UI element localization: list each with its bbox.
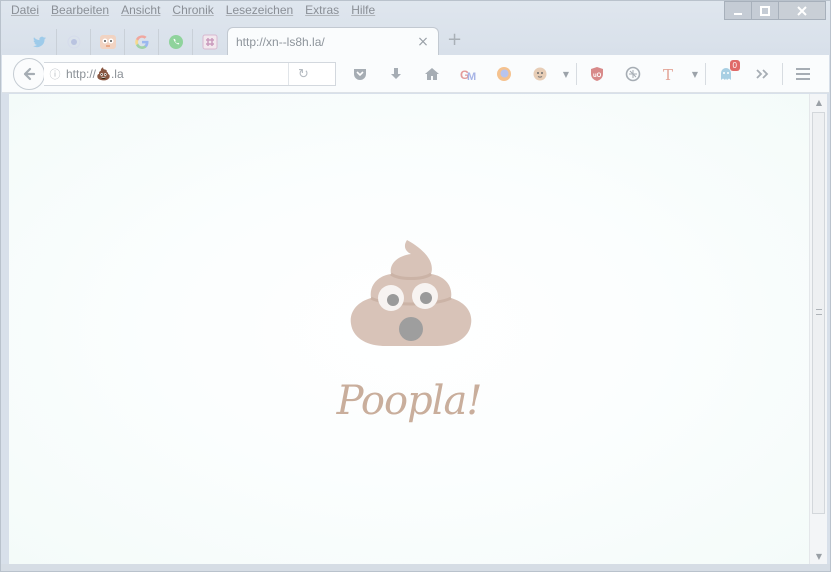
firefox-sync-button[interactable] [486, 61, 522, 87]
minimize-icon [734, 12, 742, 15]
chevron-down-icon: ▼ [562, 69, 570, 79]
maximize-button[interactable] [751, 1, 779, 20]
ublock-shield-icon: uO [591, 67, 603, 81]
window-bottom-border [1, 564, 830, 571]
duckduckgo-icon [99, 35, 116, 49]
pinned-tab-duckduckgo[interactable] [91, 29, 125, 55]
url-input[interactable] [66, 64, 288, 84]
pile-of-poo-icon [350, 240, 472, 346]
new-tab-button[interactable]: + [447, 31, 462, 49]
pinned-tab-google[interactable] [125, 29, 159, 55]
tab-title: http://xn--ls8h.la/ [236, 34, 325, 49]
text-button[interactable]: T [651, 61, 687, 87]
back-arrow-icon [23, 67, 36, 81]
scrollbar-thumb[interactable] [812, 112, 825, 514]
close-window-button[interactable] [778, 1, 826, 20]
pocket-icon [354, 69, 366, 80]
menu-tools[interactable]: Extras [299, 3, 345, 21]
overflow-button[interactable] [744, 61, 780, 87]
double-chevron-right-icon [756, 69, 769, 79]
tab-close-icon[interactable]: × [414, 34, 432, 50]
menu-button[interactable] [785, 61, 821, 87]
tab-active[interactable]: http://xn--ls8h.la/ × [227, 27, 439, 55]
svg-text:uO: uO [593, 73, 602, 79]
slack-icon [202, 34, 218, 50]
scroll-grip [816, 309, 822, 315]
toolbar-buttons: GM ▼ uO T ▼ 0 [342, 55, 821, 93]
reload-icon[interactable]: ↻ [288, 63, 318, 85]
download-icon [391, 68, 401, 79]
dropdown-chevron-1[interactable]: ▼ [558, 61, 574, 87]
home-icon [425, 68, 439, 80]
browser-window: Datei Bearbeiten Ansicht Chronik Lesezei… [0, 0, 831, 572]
cookie-button[interactable] [615, 61, 651, 87]
page-content: Poopla! [9, 94, 809, 564]
maximize-icon [760, 5, 770, 16]
scroll-down-arrow-icon[interactable]: ▼ [810, 548, 828, 564]
chevron-down-icon: ▼ [691, 69, 699, 79]
extension-monkey-button[interactable] [522, 61, 558, 87]
hamburger-menu-icon [796, 68, 810, 80]
address-bar[interactable]: ⓘ ↻ [44, 62, 336, 86]
ublock-button[interactable]: uO [579, 61, 615, 87]
pinned-tab-twitter[interactable] [23, 29, 57, 55]
vertical-scrollbar[interactable]: ▲ ▼ [809, 94, 827, 564]
text-t-icon: T [663, 66, 673, 82]
navigation-toolbar: ⓘ ↻ GM ▼ uO [2, 55, 829, 93]
menu-edit[interactable]: Bearbeiten [45, 3, 115, 21]
firefox-icon [497, 67, 511, 81]
toolbar-separator [782, 63, 783, 85]
scroll-up-arrow-icon[interactable]: ▲ [810, 94, 828, 110]
menu-file[interactable]: Datei [5, 3, 45, 21]
back-button[interactable] [13, 58, 45, 90]
extension-icon [67, 35, 80, 49]
tab-strip: http://xn--ls8h.la/ × + [1, 25, 830, 55]
home-button[interactable] [414, 61, 450, 87]
pinned-tab-slack[interactable] [193, 29, 227, 55]
dropdown-chevron-2[interactable]: ▼ [687, 61, 703, 87]
page-headline: Poopla! [336, 378, 483, 424]
svg-text:T: T [663, 66, 673, 82]
toolbar-separator [576, 63, 577, 85]
ghostery-button[interactable]: 0 [708, 60, 744, 87]
site-info-icon[interactable]: ⓘ [44, 66, 66, 82]
window-controls [724, 1, 826, 20]
whatsapp-icon [168, 35, 183, 49]
google-icon [134, 35, 148, 49]
menu-bar: Datei Bearbeiten Ansicht Chronik Lesezei… [5, 3, 381, 21]
svg-text:M: M [467, 71, 476, 82]
pinned-tab-whatsapp[interactable] [159, 29, 193, 55]
menu-history[interactable]: Chronik [166, 3, 219, 21]
close-icon [797, 5, 807, 16]
downloads-button[interactable] [378, 61, 414, 87]
monkey-icon [533, 67, 547, 81]
twitter-icon [32, 36, 46, 48]
pocket-button[interactable] [342, 61, 378, 87]
notification-badge: 0 [729, 60, 740, 71]
cookie-icon [625, 66, 641, 82]
menu-bookmarks[interactable]: Lesezeichen [220, 3, 299, 21]
pinned-tabs [23, 29, 227, 55]
menu-view[interactable]: Ansicht [115, 3, 166, 21]
gmail-notifier-button[interactable]: GM [450, 61, 486, 87]
menu-help[interactable]: Hilfe [345, 3, 381, 21]
toolbar-separator [705, 63, 706, 85]
pinned-tab-extension[interactable] [57, 29, 91, 55]
minimize-button[interactable] [724, 1, 752, 20]
gm-icon: GM [460, 68, 476, 82]
